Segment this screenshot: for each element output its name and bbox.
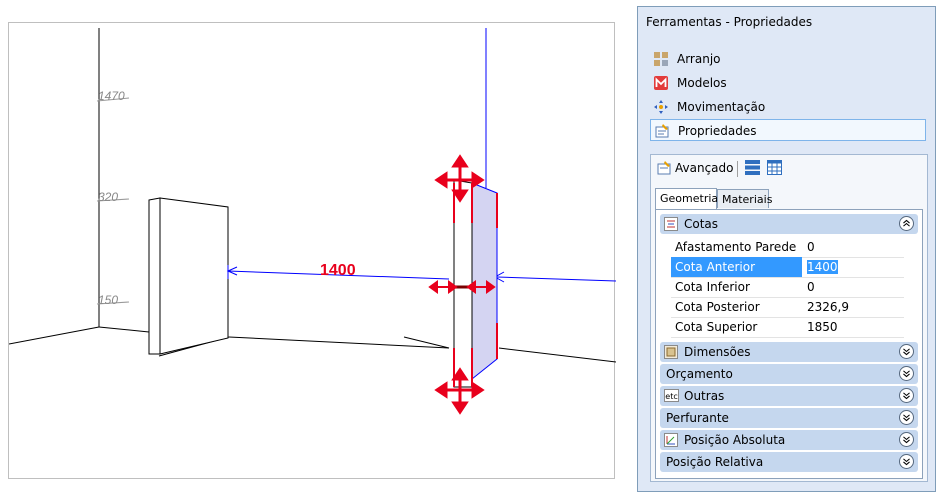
properties-icon xyxy=(655,124,669,138)
property-row-cota-superior[interactable]: Cota Superior 1850 xyxy=(671,317,904,338)
property-name: Afastamento Parede xyxy=(675,240,797,254)
absolute-position-icon xyxy=(664,433,678,447)
nav-item-label: Propriedades xyxy=(678,124,757,138)
section-header-outras[interactable]: etc Outras xyxy=(660,386,918,406)
dimension-value-label[interactable]: 1400 xyxy=(320,262,356,279)
tab-materiais[interactable]: Materiais xyxy=(717,189,772,208)
etc-icon: etc xyxy=(664,389,679,402)
resize-handle-left[interactable] xyxy=(428,280,458,294)
grid-icon xyxy=(654,52,668,66)
section-header-dimensoes[interactable]: Dimensões xyxy=(660,342,918,362)
section-header-posicao-absoluta[interactable]: Posição Absoluta xyxy=(660,430,918,450)
chevron-down-icon[interactable] xyxy=(899,366,914,381)
floor-mid-line xyxy=(228,336,450,349)
nav-item-label: Movimentação xyxy=(677,100,766,114)
categorized-view-icon[interactable] xyxy=(745,160,760,175)
advanced-properties-subpanel: Avançado Geometria Materiais Cotas Afast… xyxy=(650,154,928,482)
section-label: Perfurante xyxy=(666,411,729,425)
move-icon xyxy=(654,100,668,114)
left-panel-side xyxy=(148,197,161,355)
nav-item-movimentacao[interactable]: Movimentação xyxy=(650,96,926,118)
dimensions-ruler-icon xyxy=(664,217,678,231)
property-value[interactable]: 0 xyxy=(804,237,904,257)
toolbar-separator xyxy=(737,161,738,177)
nav-item-modelos[interactable]: Modelos xyxy=(650,72,926,94)
section-label: Outras xyxy=(684,389,725,403)
property-value[interactable]: 1850 xyxy=(804,317,904,337)
section-header-posicao-relativa[interactable]: Posição Relativa xyxy=(660,452,918,472)
dimensions-box-icon xyxy=(664,345,678,359)
nav-item-label: Modelos xyxy=(677,76,727,90)
section-header-perfurante[interactable]: Perfurante xyxy=(660,408,918,428)
floor-left-line xyxy=(9,326,100,345)
section-label: Dimensões xyxy=(684,345,751,359)
section-label: Posição Relativa xyxy=(666,455,764,469)
chevron-down-icon[interactable] xyxy=(899,344,914,359)
blue-right-guide xyxy=(496,276,616,282)
height-label-320: 320 xyxy=(98,190,118,204)
panel-title: Ferramentas - Propriedades xyxy=(646,15,813,29)
subpanel-title: Avançado xyxy=(675,161,734,175)
section-header-cotas[interactable]: Cotas xyxy=(660,214,918,234)
property-value[interactable]: 2326,9 xyxy=(804,297,904,317)
section-label: Orçamento xyxy=(666,367,733,381)
tab-geometria[interactable]: Geometria xyxy=(655,188,718,209)
property-row-cota-posterior[interactable]: Cota Posterior 2326,9 xyxy=(671,297,904,318)
left-panel-front xyxy=(159,197,229,355)
chevron-down-icon[interactable] xyxy=(899,410,914,425)
property-name: Cota Superior xyxy=(675,320,758,334)
chevron-up-icon[interactable] xyxy=(899,216,914,231)
chevron-down-icon[interactable] xyxy=(899,388,914,403)
chevron-down-icon[interactable] xyxy=(899,432,914,447)
floor-right-line xyxy=(498,347,616,363)
advanced-properties-icon xyxy=(657,161,671,175)
table-view-icon[interactable] xyxy=(767,160,782,175)
height-label-1470: 1470 xyxy=(98,89,125,103)
property-name: Cota Inferior xyxy=(675,280,750,294)
property-row-cota-anterior[interactable]: Cota Anterior 1400 xyxy=(671,257,904,278)
models-m-icon xyxy=(654,76,668,90)
selected-panel-edge[interactable] xyxy=(453,179,473,388)
nav-item-label: Arranjo xyxy=(677,52,721,66)
height-label-150: 150 xyxy=(98,293,118,307)
geometria-tab-content: Cotas Afastamento Parede 0 Cota Anterior… xyxy=(655,209,923,479)
property-value-selected-text[interactable]: 1400 xyxy=(807,260,838,274)
section-label: Cotas xyxy=(684,217,719,231)
nav-item-propriedades[interactable]: Propriedades xyxy=(650,119,926,141)
3d-viewport[interactable]: 1470 320 150 1400 xyxy=(8,22,616,479)
scene-drawing: 1470 320 150 1400 xyxy=(9,28,616,415)
chevron-down-icon[interactable] xyxy=(899,454,914,469)
property-name: Cota Anterior xyxy=(671,257,802,277)
subpanel-toolbar: Avançado xyxy=(651,155,927,183)
properties-tool-panel: Ferramentas - Propriedades Arranjo Model… xyxy=(637,6,936,492)
nav-item-arranjo[interactable]: Arranjo xyxy=(650,48,926,70)
section-header-orcamento[interactable]: Orçamento xyxy=(660,364,918,384)
property-row-afastamento-parede[interactable]: Afastamento Parede 0 xyxy=(671,237,904,258)
section-label: Posição Absoluta xyxy=(684,433,786,447)
property-row-cota-inferior[interactable]: Cota Inferior 0 xyxy=(671,277,904,298)
floor-back-line xyxy=(98,326,150,333)
property-value-editor[interactable]: 1400 xyxy=(804,257,904,277)
property-value[interactable]: 0 xyxy=(804,277,904,297)
property-name: Cota Posterior xyxy=(675,300,760,314)
